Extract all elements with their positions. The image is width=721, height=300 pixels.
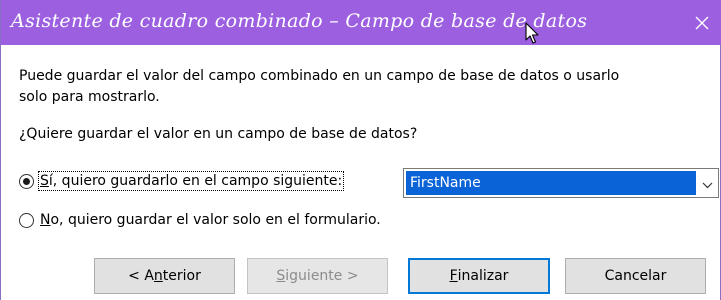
next-label-mnemonic: S (276, 268, 286, 284)
previous-label-mnemonic: n (153, 268, 163, 284)
description-line-2: solo para mostrarlo. (19, 89, 160, 105)
close-icon (695, 16, 709, 30)
radio-save-in-form-only[interactable]: No, quiero guardar el valor solo en el f… (19, 212, 381, 228)
next-button[interactable]: Siguiente > (247, 258, 388, 294)
dropdown-button[interactable] (697, 170, 717, 196)
radio-save-in-form-only-text: o, quiero guardar el valor solo en el fo… (50, 212, 381, 228)
previous-label-before: < A (128, 268, 154, 284)
previous-button[interactable]: < An terior (94, 258, 235, 294)
cancel-label: Cancelar (604, 268, 667, 284)
database-field-value: FirstName (406, 171, 696, 195)
window-title: Asistente de cuadro combinado – Campo de… (11, 10, 588, 32)
radio-save-in-field[interactable]: Sí, quiero guardarlo en el campo siguien… (19, 171, 345, 191)
cancel-button[interactable]: Cancelar (565, 258, 706, 294)
chevron-down-icon (702, 174, 713, 193)
mnemonic-s: S (40, 173, 49, 189)
radio-dot (23, 177, 30, 185)
title-bar[interactable]: Asistente de cuadro combinado – Campo de… (1, 0, 721, 45)
radio-save-in-field-label[interactable]: Sí, quiero guardarlo en el campo siguien… (37, 171, 345, 191)
dialog-window: Asistente de cuadro combinado – Campo de… (0, 0, 721, 300)
radio-button-selected[interactable] (19, 173, 34, 189)
close-button[interactable] (682, 0, 721, 45)
question-text: ¿Quiere guardar el valor en un campo de … (19, 126, 418, 142)
finish-label-after: inalizar (457, 268, 509, 284)
radio-button-unselected[interactable] (19, 212, 34, 228)
radio-save-in-field-text: í, quiero guardarlo en el campo siguient… (48, 173, 343, 189)
finish-button[interactable]: Finalizar (408, 258, 550, 294)
database-field-select[interactable]: FirstName (403, 168, 719, 198)
description-line-1: Puede guardar el valor del campo combina… (19, 68, 620, 84)
mnemonic-n: N (40, 212, 51, 228)
finish-label-mnemonic: F (449, 268, 458, 284)
next-label-after: iguiente > (285, 268, 359, 284)
mouse-pointer-icon (525, 22, 541, 50)
previous-label-after: terior (162, 268, 201, 284)
radio-save-in-form-only-label[interactable]: No, quiero guardar el valor solo en el f… (40, 212, 381, 228)
